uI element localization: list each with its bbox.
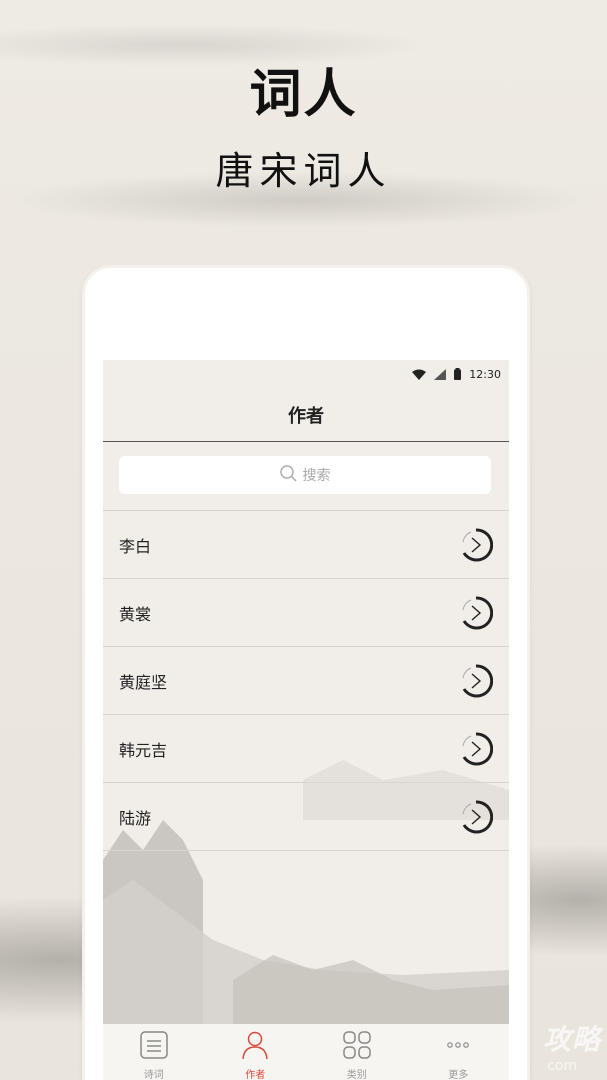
tab-label: 更多: [448, 1070, 469, 1080]
list-item[interactable]: 韩元吉: [103, 715, 509, 783]
wifi-icon: [412, 369, 427, 380]
status-time: 12:30: [469, 367, 501, 381]
search-icon: [279, 464, 297, 486]
author-name: 黄裳: [119, 604, 152, 624]
book-icon: [139, 1030, 169, 1064]
chevron-right-icon[interactable]: [459, 731, 493, 766]
watermark-logo: 攻略: [542, 1023, 601, 1056]
status-bar: 12:30: [103, 360, 509, 388]
tab-more[interactable]: 更多: [408, 1024, 510, 1080]
chevron-right-icon[interactable]: [459, 799, 493, 834]
battery-icon: [454, 368, 462, 380]
page-title: 作者: [288, 405, 324, 427]
phone-mockup: 12:30 作者 搜索 李白 黄裳 黄庭坚 韩元吉 陆游 诗词 作者 类别 更多: [85, 268, 527, 1080]
tab-categories[interactable]: 类别: [306, 1024, 408, 1080]
app-screen: 12:30 作者 搜索 李白 黄裳 黄庭坚 韩元吉 陆游 诗词 作者 类别 更多: [103, 360, 509, 1080]
tab-label: 作者: [245, 1070, 266, 1080]
signal-icon: [434, 368, 447, 380]
more-icon: [443, 1030, 473, 1064]
list-item[interactable]: 黄庭坚: [103, 647, 509, 715]
author-list: 李白 黄裳 黄庭坚 韩元吉 陆游: [103, 510, 509, 851]
chevron-right-icon[interactable]: [459, 663, 493, 698]
grid-icon: [342, 1030, 372, 1064]
tab-poems[interactable]: 诗词: [103, 1024, 205, 1080]
list-item[interactable]: 陆游: [103, 783, 509, 851]
author-name: 李白: [119, 536, 152, 556]
tab-authors[interactable]: 作者: [205, 1024, 307, 1080]
author-name: 韩元吉: [119, 740, 168, 760]
watermark-sub: com: [547, 1058, 577, 1074]
chevron-right-icon[interactable]: [459, 595, 493, 630]
search-placeholder: 搜索: [302, 468, 331, 484]
nav-bar: 作者: [103, 388, 509, 442]
bottom-tab-bar: 诗词 作者 类别 更多: [103, 1024, 509, 1080]
chevron-right-icon[interactable]: [459, 527, 493, 562]
search-input[interactable]: 搜索: [119, 456, 491, 494]
page-headline: 词人: [249, 65, 358, 125]
author-name: 黄庭坚: [119, 672, 168, 692]
person-icon: [240, 1030, 270, 1064]
tab-label: 诗词: [143, 1070, 164, 1080]
list-item[interactable]: 黄裳: [103, 579, 509, 647]
list-item[interactable]: 李白: [103, 511, 509, 579]
page-subline: 唐宋词人: [215, 149, 392, 193]
tab-label: 类别: [346, 1070, 367, 1080]
author-name: 陆游: [119, 808, 152, 828]
